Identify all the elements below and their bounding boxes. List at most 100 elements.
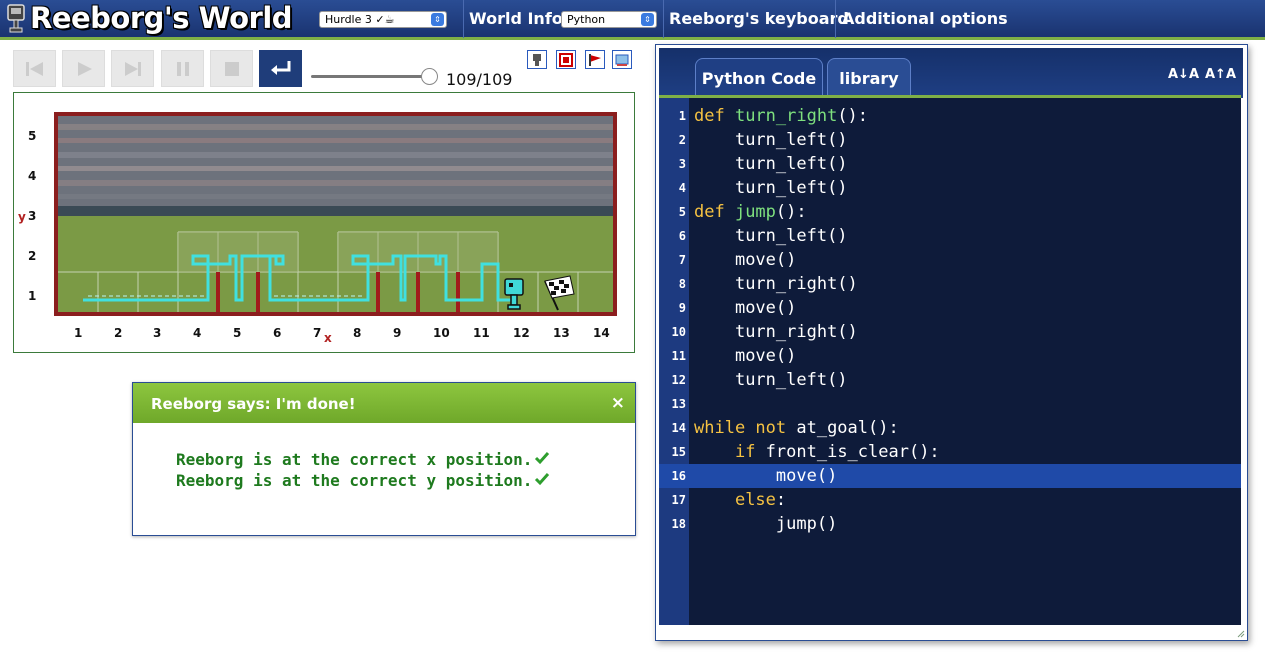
code-token: : (775, 490, 787, 510)
x-tick-6: 6 (273, 326, 282, 340)
code-token: turn_left() (734, 178, 848, 198)
code-token: front_is_clear(): (765, 442, 940, 462)
reeborg-robot-icon (504, 278, 524, 310)
dialog-message-line: Reeborg is at the correct y position. (176, 471, 550, 490)
dialog-header: Reeborg says: I'm done! × (133, 383, 635, 423)
language-select-value: Python (567, 13, 606, 26)
code-line[interactable]: 5 def jump(): (659, 200, 1241, 224)
code-text: jump() (694, 512, 837, 536)
code-text: turn_left() (694, 128, 848, 152)
x-tick-14: 14 (593, 326, 610, 340)
line-number: 4 (678, 181, 686, 195)
code-token: turn_right() (734, 322, 858, 342)
speed-slider-track[interactable] (311, 75, 431, 78)
line-number: 7 (678, 253, 686, 267)
pause-button[interactable] (161, 50, 204, 87)
code-line[interactable]: 15 if front_is_clear(): (659, 440, 1241, 464)
y-tick-2: 2 (28, 249, 37, 263)
x-tick-2: 2 (114, 326, 123, 340)
world-info-button[interactable]: World Info (469, 9, 563, 28)
edit-goal-button[interactable] (585, 50, 605, 69)
step-forward-button[interactable] (111, 50, 154, 87)
code-text: move() (694, 296, 796, 320)
pause-icon (177, 62, 189, 76)
step-counter: 109/109 (446, 70, 513, 89)
code-editor[interactable]: 1 def turn_right(): 2 turn_left() 3 turn_le… (659, 95, 1241, 625)
dialog-title: Reeborg says: I'm done! (151, 395, 356, 413)
tab-library[interactable]: library (827, 58, 911, 98)
language-select[interactable]: Python ⇕ (561, 11, 657, 28)
line-number: 8 (678, 277, 686, 291)
code-line[interactable]: 10 turn_right() (659, 320, 1241, 344)
code-token: move() (775, 466, 838, 486)
line-number: 13 (671, 397, 686, 411)
code-line[interactable]: 3 turn_left() (659, 152, 1241, 176)
y-tick-5: 5 (28, 129, 37, 143)
additional-options-button[interactable]: Additional options (842, 9, 1008, 28)
toolbar-divider (835, 0, 836, 38)
code-line[interactable]: 7 move() (659, 248, 1241, 272)
reeborg-keyboard-button[interactable]: Reeborg's keyboard (669, 9, 849, 28)
line-number: 3 (678, 157, 686, 171)
line-number: 9 (678, 301, 686, 315)
code-text: turn_left() (694, 368, 848, 392)
stop-button[interactable] (210, 50, 253, 87)
top-bar: Reeborg's World Hurdle 3 ✓☕ ⇕ World Info… (0, 0, 1265, 40)
code-line[interactable]: 14 while not at_goal(): (659, 416, 1241, 440)
check-icon (535, 473, 550, 486)
dialog-message-line: Reeborg is at the correct x position. (176, 450, 550, 469)
code-token: move() (734, 346, 797, 366)
edit-world-button[interactable] (612, 50, 632, 69)
toolbar-divider (663, 0, 664, 38)
y-tick-3: 3 (28, 209, 37, 223)
code-token: (): (837, 106, 869, 126)
x-tick-13: 13 (553, 326, 570, 340)
run-button[interactable] (62, 50, 105, 87)
line-number: 14 (671, 421, 686, 435)
tab-python-code[interactable]: Python Code (695, 58, 823, 98)
editor-header: Python Code library A↓A A↑A (659, 48, 1243, 98)
code-line[interactable]: 11 move() (659, 344, 1241, 368)
skip-forward-icon (125, 62, 141, 76)
x-axis-letter: x (324, 331, 332, 345)
edit-walls-button[interactable] (556, 50, 576, 69)
code-line[interactable]: 4 turn_left() (659, 176, 1241, 200)
code-text: def jump(): (694, 200, 807, 224)
decrease-font-button[interactable]: A↓A (1167, 60, 1200, 90)
code-line[interactable]: 6 turn_left() (659, 224, 1241, 248)
line-number: 1 (678, 109, 686, 123)
code-line[interactable]: 18 jump() (659, 512, 1241, 536)
y-axis-letter: y (18, 210, 26, 224)
code-text: turn_left() (694, 152, 848, 176)
speed-slider-thumb[interactable] (421, 68, 438, 85)
code-line[interactable]: 17 else: (659, 488, 1241, 512)
increase-font-button[interactable]: A↑A (1204, 60, 1237, 90)
x-tick-8: 8 (353, 326, 362, 340)
code-line[interactable]: 12 turn_left() (659, 368, 1241, 392)
world-select-value: Hurdle 3 ✓☕ (325, 13, 395, 26)
code-token: turn_left() (734, 154, 848, 174)
code-text: turn_left() (694, 176, 848, 200)
x-tick-11: 11 (473, 326, 490, 340)
edit-robot-button[interactable] (527, 50, 547, 69)
code-line[interactable]: 9 move() (659, 296, 1241, 320)
resize-grip-icon[interactable] (1237, 630, 1245, 638)
dialog-message-text: Reeborg is at the correct y position. (176, 471, 533, 490)
code-token: turn_left() (734, 370, 848, 390)
x-tick-5: 5 (233, 326, 242, 340)
code-token: (): (775, 202, 807, 222)
dialog-close-button[interactable]: × (611, 393, 625, 413)
code-line[interactable]: 16 move() (659, 464, 1241, 488)
code-token: turn_left() (734, 130, 848, 150)
code-line[interactable]: 1 def turn_right(): (659, 104, 1241, 128)
code-line[interactable]: 2 turn_left() (659, 128, 1241, 152)
reload-button[interactable] (13, 50, 56, 87)
world-scene (58, 116, 613, 312)
robot-icon (533, 54, 541, 66)
code-line[interactable]: 8 turn_right() (659, 272, 1241, 296)
code-text: turn_left() (694, 224, 848, 248)
y-tick-4: 4 (28, 169, 37, 183)
return-button[interactable] (259, 50, 302, 87)
code-line[interactable]: 13 (659, 392, 1241, 416)
world-select[interactable]: Hurdle 3 ✓☕ ⇕ (319, 11, 447, 28)
